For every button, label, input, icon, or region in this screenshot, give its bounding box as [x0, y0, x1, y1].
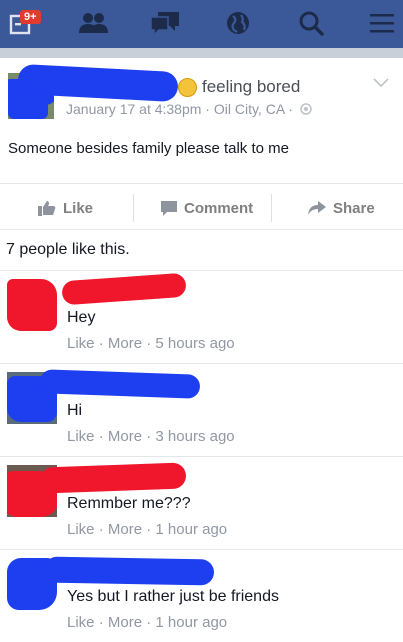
- comment-text: Remmber me???: [67, 495, 191, 512]
- comment-timestamp: 1 hour ago: [155, 521, 228, 538]
- comment-timestamp: 1 hour ago: [155, 614, 228, 631]
- feeling-text: feeling bored: [202, 77, 301, 96]
- action-separator: [133, 194, 134, 222]
- notifications-icon[interactable]: 9+: [4, 8, 41, 38]
- post-options-chevron-icon[interactable]: [373, 78, 389, 88]
- bored-emoji-icon: [178, 77, 197, 97]
- feed-background-strip: [0, 48, 403, 58]
- share-arrow-icon: [308, 201, 326, 215]
- share-button-label: Share: [333, 199, 375, 217]
- commenter-name-redaction: [43, 556, 215, 586]
- avatar-redaction: [7, 279, 57, 331]
- search-icon[interactable]: [294, 8, 328, 38]
- messages-icon[interactable]: [148, 8, 182, 38]
- comment-button[interactable]: Comment: [161, 190, 253, 226]
- like-button[interactable]: Like: [38, 190, 93, 226]
- commenter-avatar[interactable]: [7, 279, 57, 331]
- comment-meta: Like · More · 3 hours ago: [67, 428, 235, 445]
- comment-item: Yes but I rather just be friends Like · …: [0, 550, 403, 642]
- comment-more-link[interactable]: More: [108, 521, 142, 538]
- comment-meta: Like · More · 1 hour ago: [67, 614, 228, 631]
- top-nav-bar: 9+: [0, 0, 403, 48]
- feeling-status: feeling bored: [178, 77, 300, 97]
- comment-meta: Like · More · 5 hours ago: [67, 335, 235, 352]
- friend-requests-icon[interactable]: [76, 8, 110, 38]
- post-body-text: Someone besides family please talk to me: [8, 140, 289, 157]
- privacy-globe-icon: [300, 103, 312, 115]
- comment-item: Remmber me??? Like · More · 1 hour ago: [0, 457, 403, 549]
- notification-count-badge: 9+: [20, 10, 41, 24]
- comment-text: Yes but I rather just be friends: [67, 588, 279, 605]
- comment-meta: Like · More · 1 hour ago: [67, 521, 228, 538]
- comment-more-link[interactable]: More: [108, 335, 142, 352]
- comment-like-link[interactable]: Like: [67, 521, 95, 538]
- comment-more-link[interactable]: More: [108, 614, 142, 631]
- commenter-name-redaction: [39, 369, 201, 399]
- action-separator: [271, 194, 272, 222]
- post-meta: January 17 at 4:38pm · Oil City, CA ·: [66, 101, 312, 117]
- post-timestamp-location[interactable]: January 17 at 4:38pm · Oil City, CA ·: [66, 101, 293, 117]
- comment-like-link[interactable]: Like: [67, 428, 95, 445]
- redaction-scribble: [8, 95, 48, 119]
- comment-item: Hey Like · More · 5 hours ago: [0, 271, 403, 363]
- comment-like-link[interactable]: Like: [67, 614, 95, 631]
- post-action-bar: Like Comment Share: [0, 190, 403, 226]
- share-button[interactable]: Share: [308, 190, 375, 226]
- comment-button-label: Comment: [184, 199, 254, 217]
- comment-text: Hi: [67, 402, 83, 419]
- status-post: feeling bored January 17 at 4:38pm · Oil…: [0, 58, 403, 183]
- menu-icon[interactable]: [365, 8, 399, 38]
- likes-summary[interactable]: 7 people like this.: [6, 241, 130, 259]
- comment-text: Hey: [67, 309, 96, 326]
- globe-icon[interactable]: [221, 8, 255, 38]
- comment-bubble-icon: [161, 200, 177, 216]
- divider: [0, 229, 403, 230]
- comment-like-link[interactable]: Like: [67, 335, 95, 352]
- comment-item: Hi Like · More · 3 hours ago: [0, 364, 403, 456]
- commenter-name-redaction: [39, 462, 187, 494]
- commenter-name-redaction: [61, 272, 187, 306]
- comment-timestamp: 3 hours ago: [155, 428, 235, 445]
- divider: [0, 183, 403, 184]
- comment-more-link[interactable]: More: [108, 428, 142, 445]
- comment-timestamp: 5 hours ago: [155, 335, 235, 352]
- thumbs-up-icon: [38, 201, 56, 216]
- like-button-label: Like: [63, 199, 94, 217]
